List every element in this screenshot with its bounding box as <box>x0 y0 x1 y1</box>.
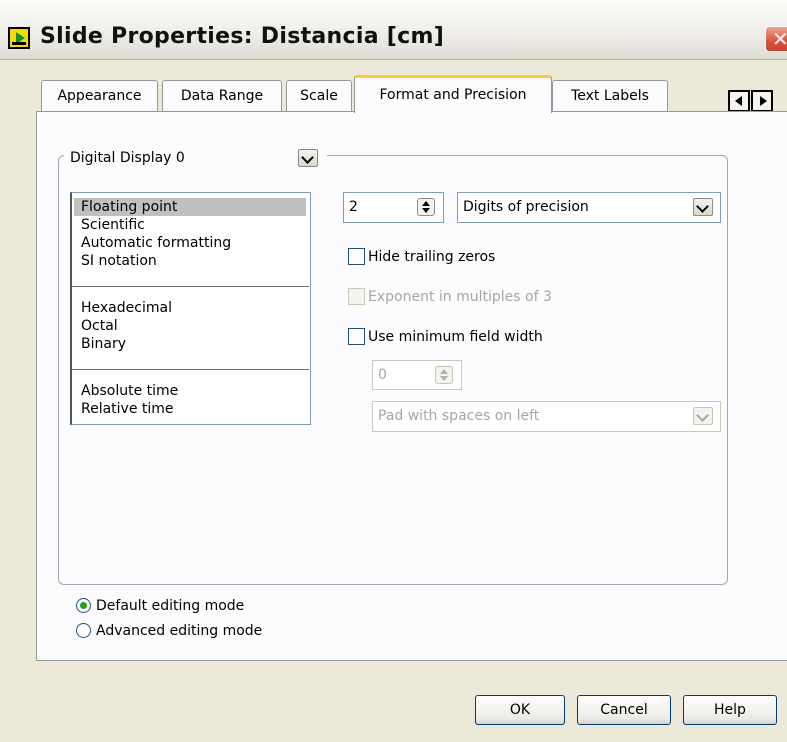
precision-type-select[interactable]: Digits of precision <box>457 192 721 223</box>
spin-updown-icon[interactable] <box>417 198 435 216</box>
format-type-list[interactable]: Floating point Scientific Automatic form… <box>70 192 311 425</box>
tab-appearance[interactable]: Appearance <box>41 80 158 112</box>
hide-trailing-zeros-checkbox[interactable]: Hide trailing zeros <box>348 248 495 266</box>
default-editing-mode-label: Default editing mode <box>96 598 245 614</box>
pad-mode-value: Pad with spaces on left <box>378 408 540 424</box>
help-button[interactable]: Help <box>683 695 777 725</box>
default-editing-mode-radio[interactable]: Default editing mode <box>76 597 244 615</box>
list-item-automatic-formatting[interactable]: Automatic formatting <box>81 234 231 252</box>
checkbox-box <box>348 288 365 305</box>
list-divider <box>72 286 309 287</box>
ok-button[interactable]: OK <box>475 695 565 725</box>
title-bar[interactable]: Slide Properties: Distancia [cm] ✕ <box>0 0 787 60</box>
tab-scale[interactable]: Scale <box>286 80 352 112</box>
close-icon: ✕ <box>772 27 787 51</box>
cancel-button[interactable]: Cancel <box>577 695 671 725</box>
arrow-left-icon <box>735 96 742 106</box>
window-title: Slide Properties: Distancia [cm] <box>40 24 445 49</box>
exponent-multiples-3-checkbox: Exponent in multiples of 3 <box>348 288 552 306</box>
precision-type-value: Digits of precision <box>463 199 589 215</box>
list-item-hexadecimal[interactable]: Hexadecimal <box>81 299 172 317</box>
hide-trailing-zeros-label: Hide trailing zeros <box>368 249 496 265</box>
list-item-si-notation[interactable]: SI notation <box>81 252 157 270</box>
exponent-multiples-3-label: Exponent in multiples of 3 <box>368 289 552 305</box>
display-select-value: Digital Display 0 <box>70 150 185 166</box>
display-select[interactable]: Digital Display 0 <box>64 143 327 173</box>
list-item-octal[interactable]: Octal <box>81 317 118 335</box>
spin-updown-icon <box>435 366 453 384</box>
tab-data-range[interactable]: Data Range <box>162 80 282 112</box>
use-min-field-width-label: Use minimum field width <box>368 329 543 345</box>
advanced-editing-mode-radio[interactable]: Advanced editing mode <box>76 622 262 640</box>
chevron-down-icon <box>693 407 713 425</box>
tab-scroll-right-button[interactable] <box>751 90 773 112</box>
radio-unselected-icon[interactable] <box>76 623 91 638</box>
use-min-field-width-checkbox[interactable]: Use minimum field width <box>348 328 543 346</box>
list-item-binary[interactable]: Binary <box>81 335 126 353</box>
labview-app-icon <box>8 27 30 49</box>
checkbox-box[interactable] <box>348 248 365 265</box>
precision-digits-stepper[interactable]: 2 <box>343 192 444 223</box>
field-width-stepper: 0 <box>372 360 462 390</box>
close-button[interactable]: ✕ <box>765 26 787 52</box>
list-item-floating-point[interactable]: Floating point <box>74 198 306 216</box>
list-item-scientific[interactable]: Scientific <box>81 216 145 234</box>
checkbox-box[interactable] <box>348 328 365 345</box>
tab-scroll-buttons <box>728 90 778 112</box>
radio-selected-icon[interactable] <box>76 598 91 613</box>
chevron-down-icon[interactable] <box>693 198 713 216</box>
tab-format-and-precision[interactable]: Format and Precision <box>354 75 552 113</box>
list-item-relative-time[interactable]: Relative time <box>81 400 174 418</box>
tab-text-labels[interactable]: Text Labels <box>552 80 668 112</box>
list-divider <box>72 369 309 370</box>
pad-mode-select: Pad with spaces on left <box>372 401 721 432</box>
arrow-right-icon <box>760 96 767 106</box>
chevron-down-icon[interactable] <box>298 149 318 167</box>
field-width-value: 0 <box>378 367 387 383</box>
advanced-editing-mode-label: Advanced editing mode <box>96 623 263 639</box>
tab-scroll-left-button[interactable] <box>728 90 750 112</box>
list-item-absolute-time[interactable]: Absolute time <box>81 382 178 400</box>
precision-digits-value: 2 <box>349 199 358 215</box>
